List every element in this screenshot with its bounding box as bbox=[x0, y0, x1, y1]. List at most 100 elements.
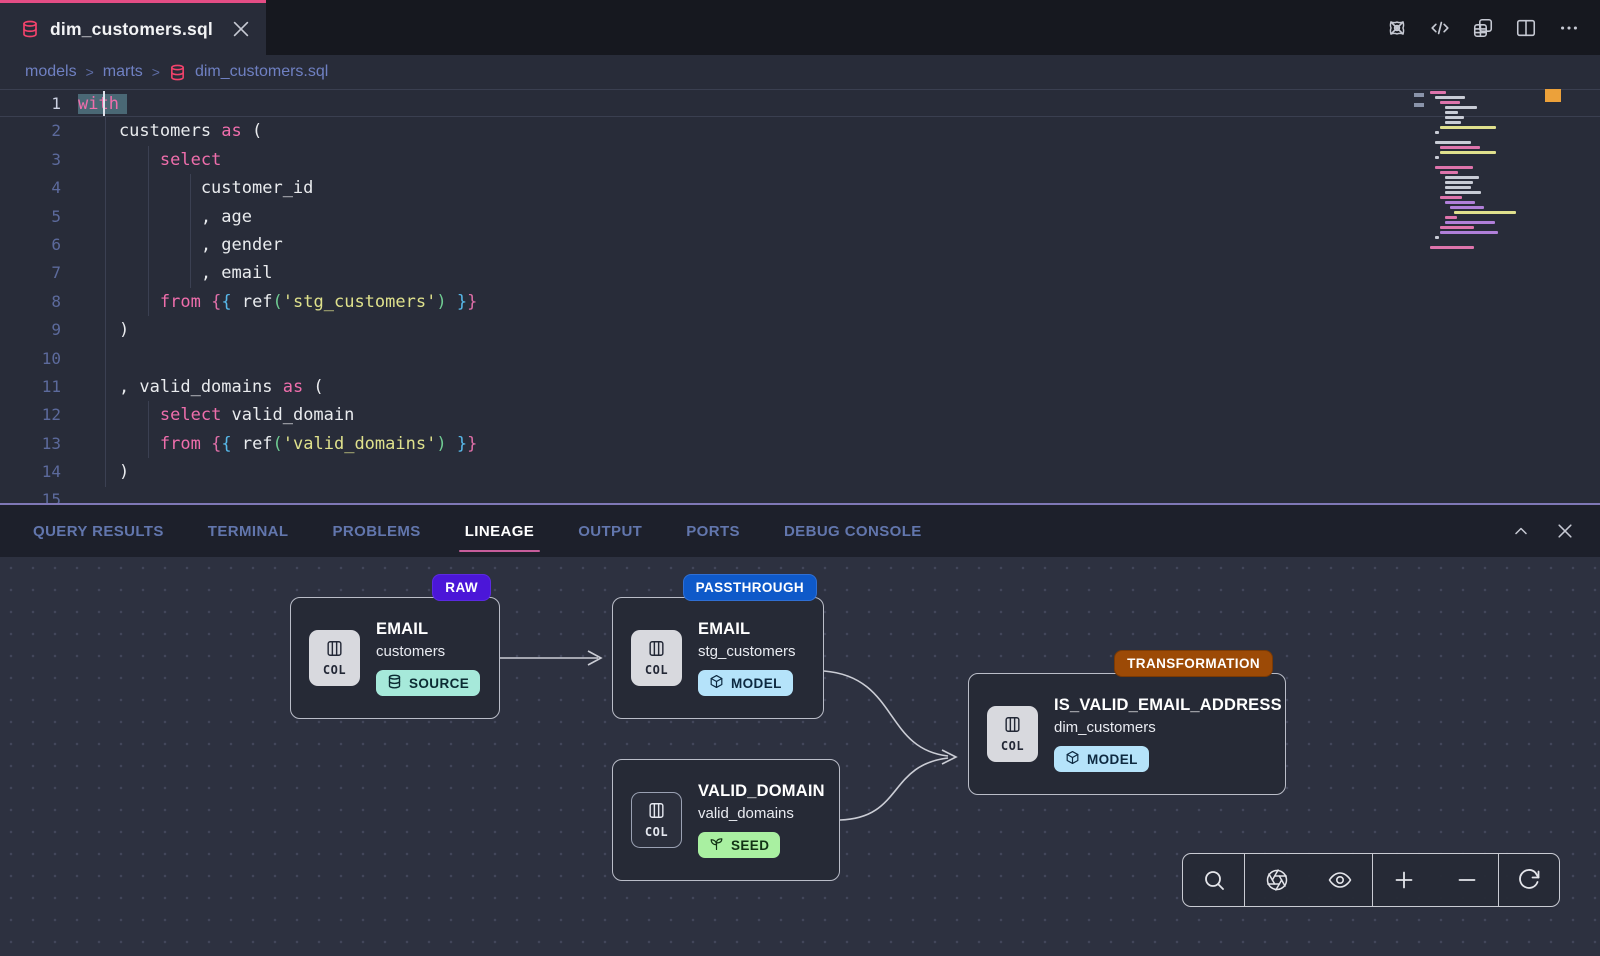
panel-tab-output[interactable]: OUTPUT bbox=[578, 505, 642, 557]
tab-close-icon[interactable] bbox=[230, 14, 252, 44]
minimap-line bbox=[1428, 161, 1536, 164]
refresh-icon[interactable] bbox=[1514, 865, 1544, 895]
minimap-line bbox=[1440, 231, 1498, 234]
zoom-out-icon[interactable] bbox=[1452, 865, 1482, 895]
chevron-up-icon[interactable] bbox=[1506, 516, 1536, 546]
code-line-5[interactable]: 5 , age bbox=[0, 203, 1600, 231]
lineage-canvas[interactable]: RAWCOLEMAILcustomersSOURCE PASSTHROUGHCOL… bbox=[0, 557, 1600, 956]
panel-tab-query-results[interactable]: QUERY RESULTS bbox=[33, 505, 164, 557]
minimap-line bbox=[1440, 101, 1460, 104]
lineage-node-customers[interactable]: RAWCOLEMAILcustomersSOURCE bbox=[290, 597, 500, 719]
breadcrumb-item-dim_customers-sql[interactable]: dim_customers.sql bbox=[195, 63, 328, 81]
minimap-line bbox=[1450, 206, 1484, 209]
minimap-line bbox=[1440, 151, 1496, 154]
code-line-2[interactable]: 2 customers as ( bbox=[0, 117, 1600, 145]
code-line-11[interactable]: 11 , valid_domains as ( bbox=[0, 373, 1600, 401]
panel-tabs: QUERY RESULTS TERMINAL PROBLEMS LINEAGE OUTP… bbox=[33, 505, 922, 557]
column-icon: COL bbox=[631, 630, 682, 686]
search-icon[interactable] bbox=[1199, 865, 1229, 895]
minimap-line bbox=[1428, 136, 1536, 139]
minimap-line bbox=[1445, 116, 1464, 119]
line-number: 1 bbox=[0, 90, 78, 116]
minimap-line bbox=[1445, 201, 1475, 204]
code-line-7[interactable]: 7 , email bbox=[0, 259, 1600, 287]
minimap[interactable] bbox=[1428, 91, 1536, 251]
minimap-line bbox=[1440, 126, 1496, 129]
panel-tab-debug-console[interactable]: DEBUG CONSOLE bbox=[784, 505, 922, 557]
code-icon[interactable] bbox=[1425, 13, 1455, 43]
code-line-3[interactable]: 3 select bbox=[0, 146, 1600, 174]
code-text: customer_id bbox=[78, 174, 313, 202]
line-number: 3 bbox=[0, 146, 78, 174]
code-editor[interactable]: 1with2 customers as (3 select4 customer_… bbox=[0, 89, 1600, 503]
indent-guide bbox=[148, 146, 149, 316]
code-line-13[interactable]: 13 from {{ ref('valid_domains') }} bbox=[0, 430, 1600, 458]
minimap-line bbox=[1435, 156, 1439, 159]
panel-tab-lineage[interactable]: LINEAGE bbox=[465, 505, 534, 557]
overview-ruler-mark bbox=[1414, 93, 1424, 97]
code-line-14[interactable]: 14 ) bbox=[0, 458, 1600, 486]
line-number: 12 bbox=[0, 401, 78, 429]
split-editor-icon[interactable] bbox=[1511, 13, 1541, 43]
code-lines: 1with2 customers as (3 select4 customer_… bbox=[0, 89, 1600, 503]
panel-tab-problems[interactable]: PROBLEMS bbox=[332, 505, 420, 557]
database-icon bbox=[21, 20, 39, 38]
code-text: ) bbox=[78, 316, 129, 344]
code-line-15[interactable]: 15 bbox=[0, 486, 1600, 503]
line-number: 13 bbox=[0, 430, 78, 458]
table-preview-icon[interactable] bbox=[1468, 13, 1498, 43]
lineage-node-stg_customers[interactable]: PASSTHROUGHCOLEMAILstg_customersMODEL bbox=[612, 597, 824, 719]
panel-tab-ports[interactable]: PORTS bbox=[686, 505, 740, 557]
node-type-pill-seed: SEED bbox=[698, 832, 780, 858]
node-type-pill-source: SOURCE bbox=[376, 670, 480, 696]
panel-tab-terminal[interactable]: TERMINAL bbox=[208, 505, 289, 557]
database-icon bbox=[387, 674, 402, 692]
minimap-line bbox=[1445, 176, 1479, 179]
minimap-line bbox=[1440, 171, 1458, 174]
minimap-line bbox=[1435, 131, 1439, 134]
lineage-node-valid_domains[interactable]: COLVALID_DOMAINvalid_domainsSEED bbox=[612, 759, 840, 881]
tab-dim-customers-sql[interactable]: dim_customers.sql bbox=[0, 0, 266, 55]
aperture-icon[interactable] bbox=[1262, 865, 1292, 895]
breadcrumb-separator: > bbox=[86, 64, 94, 80]
minimap-line bbox=[1440, 226, 1474, 229]
indent-guide bbox=[190, 174, 191, 288]
code-line-10[interactable]: 10 bbox=[0, 345, 1600, 373]
code-text: , gender bbox=[78, 231, 283, 259]
panel-close-icon[interactable] bbox=[1550, 516, 1580, 546]
tab-title: dim_customers.sql bbox=[50, 19, 213, 40]
more-actions-icon[interactable] bbox=[1554, 13, 1584, 43]
scrollbar-decoration bbox=[1545, 89, 1561, 102]
line-number: 2 bbox=[0, 117, 78, 145]
minimap-line bbox=[1445, 186, 1471, 189]
breadcrumb-item-marts[interactable]: marts bbox=[103, 63, 143, 81]
minimap-line bbox=[1445, 216, 1457, 219]
code-line-6[interactable]: 6 , gender bbox=[0, 231, 1600, 259]
column-icon: COL bbox=[631, 792, 682, 848]
code-text: , valid_domains as ( bbox=[78, 373, 324, 401]
edge-arrowhead bbox=[942, 750, 956, 764]
code-line-4[interactable]: 4 customer_id bbox=[0, 174, 1600, 202]
breadcrumb-item-models[interactable]: models bbox=[25, 63, 77, 81]
lineage-node-dim_customers[interactable]: TRANSFORMATIONCOLIS_VALID_EMAIL_ADDRESSd… bbox=[968, 673, 1286, 795]
dbt-icon[interactable] bbox=[1382, 13, 1412, 43]
code-text: select bbox=[78, 146, 221, 174]
zoom-in-icon[interactable] bbox=[1389, 865, 1419, 895]
code-line-9[interactable]: 9 ) bbox=[0, 316, 1600, 344]
line-number: 15 bbox=[0, 486, 78, 503]
minimap-line bbox=[1445, 121, 1461, 124]
minimap-line bbox=[1435, 96, 1465, 99]
code-line-1[interactable]: 1with bbox=[0, 89, 1600, 117]
panel-header: QUERY RESULTS TERMINAL PROBLEMS LINEAGE OUTP… bbox=[0, 505, 1600, 557]
minimap-line bbox=[1430, 246, 1474, 249]
eye-icon[interactable] bbox=[1325, 865, 1355, 895]
node-column-name: EMAIL bbox=[376, 620, 480, 639]
code-line-12[interactable]: 12 select valid_domain bbox=[0, 401, 1600, 429]
code-text: , email bbox=[78, 259, 272, 287]
minimap-line bbox=[1440, 146, 1480, 149]
node-type-pill-model: MODEL bbox=[1054, 746, 1149, 772]
node-table-name: valid_domains bbox=[698, 805, 825, 822]
node-badge-transformation: TRANSFORMATION bbox=[1114, 650, 1273, 677]
seedling-icon bbox=[709, 836, 724, 854]
code-line-8[interactable]: 8 from {{ ref('stg_customers') }} bbox=[0, 288, 1600, 316]
